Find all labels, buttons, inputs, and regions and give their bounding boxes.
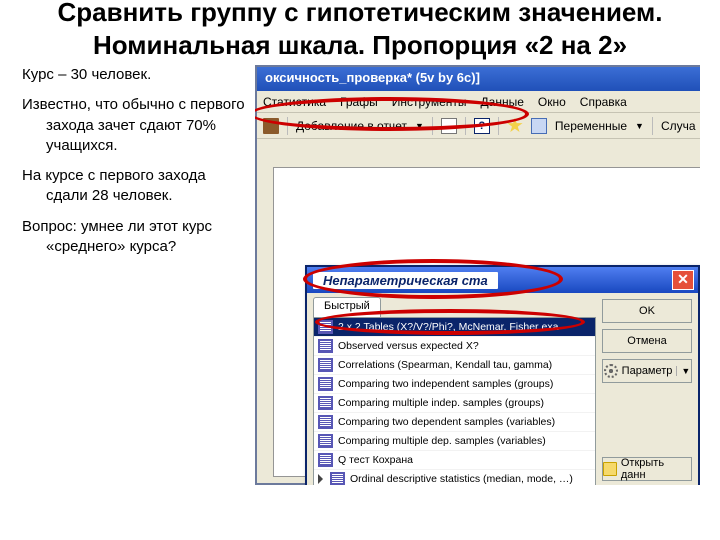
menu-window[interactable]: Окно — [538, 95, 566, 109]
cases-button[interactable]: Случа — [661, 119, 696, 133]
highlight-ellipse-dialog-title — [303, 259, 563, 299]
button-label: Открыть данн — [621, 457, 691, 481]
list-item-cochran[interactable]: Q тест Кохрана — [314, 451, 595, 470]
list-item-label: Comparing two independent samples (group… — [338, 378, 553, 390]
spacer — [602, 389, 692, 451]
list-item-label: Comparing multiple indep. samples (group… — [338, 397, 544, 409]
folder-open-icon — [603, 462, 617, 476]
paragraph-2: Известно, что обычно с первого захода за… — [22, 95, 245, 156]
list-item-obs-exp[interactable]: Observed versus expected X? — [314, 337, 595, 356]
grid-icon — [318, 339, 333, 353]
paragraph-1: Курс – 30 человек. — [22, 65, 245, 85]
list-item-two-dep[interactable]: Comparing two dependent samples (variabl… — [314, 413, 595, 432]
separator — [652, 117, 653, 135]
list-item-label: Comparing two dependent samples (variabl… — [338, 416, 555, 428]
triangle-icon — [318, 474, 323, 484]
grid-icon — [318, 396, 333, 410]
left-text-column: Курс – 30 человек. Известно, что обычно … — [0, 65, 255, 485]
grid-icon — [318, 453, 333, 467]
grid-icon — [330, 472, 345, 485]
grid-icon — [318, 434, 333, 448]
content-wrapper: Курс – 30 человек. Известно, что обычно … — [0, 65, 720, 485]
list-item-two-indep[interactable]: Comparing two independent samples (group… — [314, 375, 595, 394]
list-item-ordinal[interactable]: Ordinal descriptive statistics (median, … — [314, 470, 595, 485]
variables-icon[interactable] — [531, 118, 547, 134]
paragraph-4: Вопрос: умнее ли этот курс «среднего» ку… — [22, 217, 245, 258]
highlight-ellipse-menu — [255, 97, 529, 131]
list-item-correlations[interactable]: Correlations (Spearman, Kendall tau, gam… — [314, 356, 595, 375]
list-item-label: Ordinal descriptive statistics (median, … — [350, 473, 573, 485]
dialog-list: 2 x 2 Tables (X?/V?/Phi?, McNemar, Fishe… — [313, 317, 596, 485]
grid-icon — [318, 415, 333, 429]
open-data-button[interactable]: Открыть данн — [602, 457, 692, 481]
paragraph-3: На курсе с первого захода сдали 28 челов… — [22, 166, 245, 207]
page-title: Сравнить группу с гипотетическим значени… — [0, 0, 720, 65]
gear-icon — [604, 364, 618, 378]
button-label: Отмена — [627, 335, 666, 347]
highlight-ellipse-list-item — [315, 309, 585, 335]
variables-button[interactable]: Переменные — [555, 119, 627, 133]
ok-button[interactable]: OK — [602, 299, 692, 323]
list-item-label: Correlations (Spearman, Kendall tau, gam… — [338, 359, 552, 371]
list-item-label: Q тест Кохрана — [338, 454, 413, 466]
dropdown-icon[interactable]: ▼ — [635, 121, 644, 131]
grid-icon — [318, 358, 333, 372]
screenshot-area: оксичность_проверка* (5v by 6c)] Статист… — [255, 65, 700, 485]
list-item-mult-indep[interactable]: Comparing multiple indep. samples (group… — [314, 394, 595, 413]
menu-help[interactable]: Справка — [580, 95, 627, 109]
cancel-button[interactable]: Отмена — [602, 329, 692, 353]
close-icon[interactable]: ✕ — [672, 270, 694, 290]
window-titlebar: оксичность_проверка* (5v by 6c)] — [257, 67, 700, 91]
options-button[interactable]: Параметр▼ — [602, 359, 692, 383]
button-label: Параметр — [622, 365, 673, 377]
list-item-label: Observed versus expected X? — [338, 340, 479, 352]
chevron-down-icon: ▼ — [676, 366, 690, 376]
list-item-mult-dep[interactable]: Comparing multiple dep. samples (variabl… — [314, 432, 595, 451]
list-item-label: Comparing multiple dep. samples (variabl… — [338, 435, 546, 447]
dialog-right-pane: OK Отмена Параметр▼ Открыть данн SELECT … — [602, 293, 698, 485]
nonparametric-dialog: Непараметрическая ста ✕ Быстрый 2 x 2 Ta… — [305, 265, 700, 485]
grid-icon — [318, 377, 333, 391]
button-label: OK — [639, 305, 655, 317]
